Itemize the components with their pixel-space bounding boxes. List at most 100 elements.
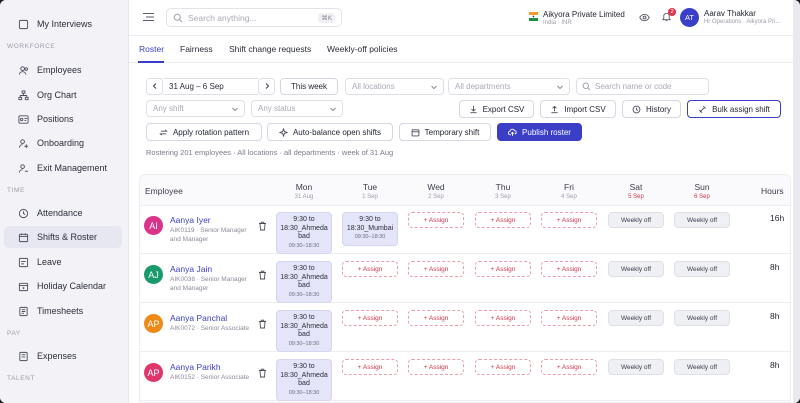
bulk-assign-shift-button[interactable]: Bulk assign shift — [687, 100, 781, 118]
weekly-off-chip[interactable]: Weekly off — [674, 310, 730, 326]
assign-shift-button[interactable]: + Assign — [342, 261, 398, 277]
status-filter-select[interactable]: Any status — [251, 100, 343, 117]
sidebar-item-onboarding[interactable]: Onboarding — [4, 132, 122, 154]
tab-weekly-off-policies[interactable]: Weekly-off policies — [327, 44, 398, 54]
assign-shift-button[interactable]: + Assign — [475, 359, 531, 375]
rotation-icon — [159, 128, 168, 136]
assign-shift-button[interactable]: + Assign — [541, 212, 597, 228]
employee-name-link[interactable]: Aanya Parikh — [170, 362, 221, 372]
employee-column-header: Employee — [145, 186, 183, 196]
tab-roster[interactable]: Roster — [139, 44, 164, 54]
employee-search-input[interactable]: Search name or code — [576, 78, 709, 95]
shift-name-line: bad — [298, 331, 310, 338]
shift-chip[interactable]: 9:30 to 18:30_Ahmeda bad 09:30–18:30 — [276, 359, 332, 401]
assign-shift-button[interactable]: + Assign — [541, 359, 597, 375]
location-select[interactable]: All locations — [345, 78, 444, 95]
temporary-shift-button[interactable]: Temporary shift — [399, 123, 491, 141]
sidebar-item-shifts-roster[interactable]: Shifts & Roster — [4, 226, 122, 248]
employee-name-link[interactable]: Aanya Panchal — [170, 313, 227, 323]
shift-name-line: 9:30 to — [293, 216, 315, 223]
global-search-input[interactable]: Search anything... ⌘K — [166, 8, 342, 27]
import-csv-button[interactable]: Import CSV — [540, 100, 616, 118]
export-csv-button[interactable]: Export CSV — [459, 100, 534, 118]
trash-icon[interactable] — [258, 319, 267, 329]
trash-icon[interactable] — [258, 221, 267, 231]
total-hours: 8h — [770, 311, 780, 321]
day-header-thu: Thu 3 Sep — [495, 182, 511, 200]
org-switcher[interactable]: Aikyora Private Limited — [543, 10, 625, 19]
assign-shift-button[interactable]: + Assign — [342, 359, 398, 375]
sidebar-item-holiday-calendar[interactable]: Holiday Calendar — [4, 275, 122, 297]
shift-chip[interactable]: 9:30 to 18:30_Ahmeda bad 09:30–18:30 — [276, 212, 332, 254]
tab-shift-change-requests[interactable]: Shift change requests — [229, 44, 311, 54]
sidebar-item-positions[interactable]: Positions — [4, 108, 122, 130]
roster-summary: Rostering 201 employees · All locations … — [146, 148, 394, 157]
shift-name-line: bad — [298, 282, 310, 289]
shift-name-line: 9:30 to — [293, 363, 315, 370]
history-label: History — [646, 104, 671, 114]
history-button[interactable]: History — [622, 100, 681, 118]
employee-name-link[interactable]: Aanya Jain — [170, 264, 212, 274]
assign-shift-button[interactable]: + Assign — [475, 310, 531, 326]
assign-shift-button[interactable]: + Assign — [541, 310, 597, 326]
table-row: AP Aanya Parikh AIK0152 · Senior Associate… — [140, 353, 790, 401]
shift-chip[interactable]: 9:30 to 18:30_Ahmeda bad 09:30–18:30 — [276, 310, 332, 352]
department-select[interactable]: All departments — [448, 78, 570, 95]
assign-shift-button[interactable]: + Assign — [541, 261, 597, 277]
assign-shift-button[interactable]: + Assign — [475, 212, 531, 228]
table-row: AI Aanya Iyer AIK0119 · Senior Manager and… — [140, 206, 790, 254]
chevron-down-icon — [231, 105, 239, 113]
user-avatar[interactable]: AT — [680, 8, 699, 27]
eye-icon[interactable] — [639, 12, 650, 23]
sidebar-item-employees[interactable]: Employees — [4, 59, 122, 81]
sidebar-item-leave[interactable]: Leave — [4, 251, 122, 273]
trash-icon[interactable] — [258, 270, 267, 280]
interviews-icon — [17, 18, 30, 31]
assign-shift-button[interactable]: + Assign — [408, 310, 464, 326]
apply-rotation-button[interactable]: Apply rotation pattern — [146, 123, 262, 141]
employee-name-link[interactable]: Aanya Iyer — [170, 215, 211, 225]
date-range-display[interactable]: 31 Aug – 6 Sep — [163, 78, 258, 95]
assign-shift-button[interactable]: + Assign — [342, 310, 398, 326]
employee-code-role: AIK0038 · Senior Manager and Manager — [170, 276, 247, 292]
total-hours: 8h — [770, 360, 780, 370]
sidebar-item-expenses[interactable]: Expenses — [4, 345, 122, 367]
menu-toggle-icon[interactable] — [143, 12, 154, 22]
employee-avatar: AJ — [144, 265, 163, 284]
weekly-off-chip[interactable]: Weekly off — [608, 359, 664, 375]
this-week-button[interactable]: This week — [280, 78, 338, 95]
sidebar-item-timesheets[interactable]: Timesheets — [4, 300, 122, 322]
weekly-off-chip[interactable]: Weekly off — [674, 261, 730, 277]
location-select-value: All locations — [352, 82, 395, 91]
weekly-off-chip[interactable]: Weekly off — [608, 261, 664, 277]
assign-shift-button[interactable]: + Assign — [408, 212, 464, 228]
sidebar-item-attendance[interactable]: Attendance — [4, 202, 122, 224]
weekly-off-chip[interactable]: Weekly off — [608, 310, 664, 326]
auto-balance-button[interactable]: Auto-balance open shifts — [267, 123, 393, 141]
employee-code-role: AIK0152 · Senior Associate — [170, 374, 250, 381]
notification-badge: 2 — [668, 8, 676, 16]
prev-week-button[interactable] — [146, 78, 163, 95]
trash-icon[interactable] — [258, 368, 267, 378]
day-header-tue: Tue 1 Sep — [362, 182, 378, 200]
tab-fairness[interactable]: Fairness — [180, 44, 213, 54]
shift-filter-select[interactable]: Any shift — [146, 100, 245, 117]
weekly-off-chip[interactable]: Weekly off — [674, 212, 730, 228]
day-header-sun: Sun 6 Sep — [694, 182, 710, 200]
shift-chip[interactable]: 9:30 to 18:30_Mumbai 09:30–18:30 — [342, 212, 398, 246]
shift-chip[interactable]: 9:30 to 18:30_Ahmeda bad 09:30–18:30 — [276, 261, 332, 303]
sidebar-item-my-interviews[interactable]: My Interviews — [4, 13, 122, 35]
next-week-button[interactable] — [258, 78, 275, 95]
shift-name-line: 9:30 to — [293, 265, 315, 272]
assign-shift-button[interactable]: + Assign — [408, 359, 464, 375]
roster-cell-sat: Weekly off — [608, 310, 664, 326]
weekly-off-chip[interactable]: Weekly off — [608, 212, 664, 228]
publish-roster-button[interactable]: Publish roster — [497, 123, 582, 141]
search-shortcut: ⌘K — [318, 12, 335, 23]
assign-shift-button[interactable]: + Assign — [475, 261, 531, 277]
sidebar-item-org-chart[interactable]: Org Chart — [4, 84, 122, 106]
weekly-off-chip[interactable]: Weekly off — [674, 359, 730, 375]
user-name[interactable]: Aarav Thakkar — [704, 9, 756, 18]
assign-shift-button[interactable]: + Assign — [408, 261, 464, 277]
sidebar-item-exit-management[interactable]: Exit Management — [4, 157, 122, 179]
